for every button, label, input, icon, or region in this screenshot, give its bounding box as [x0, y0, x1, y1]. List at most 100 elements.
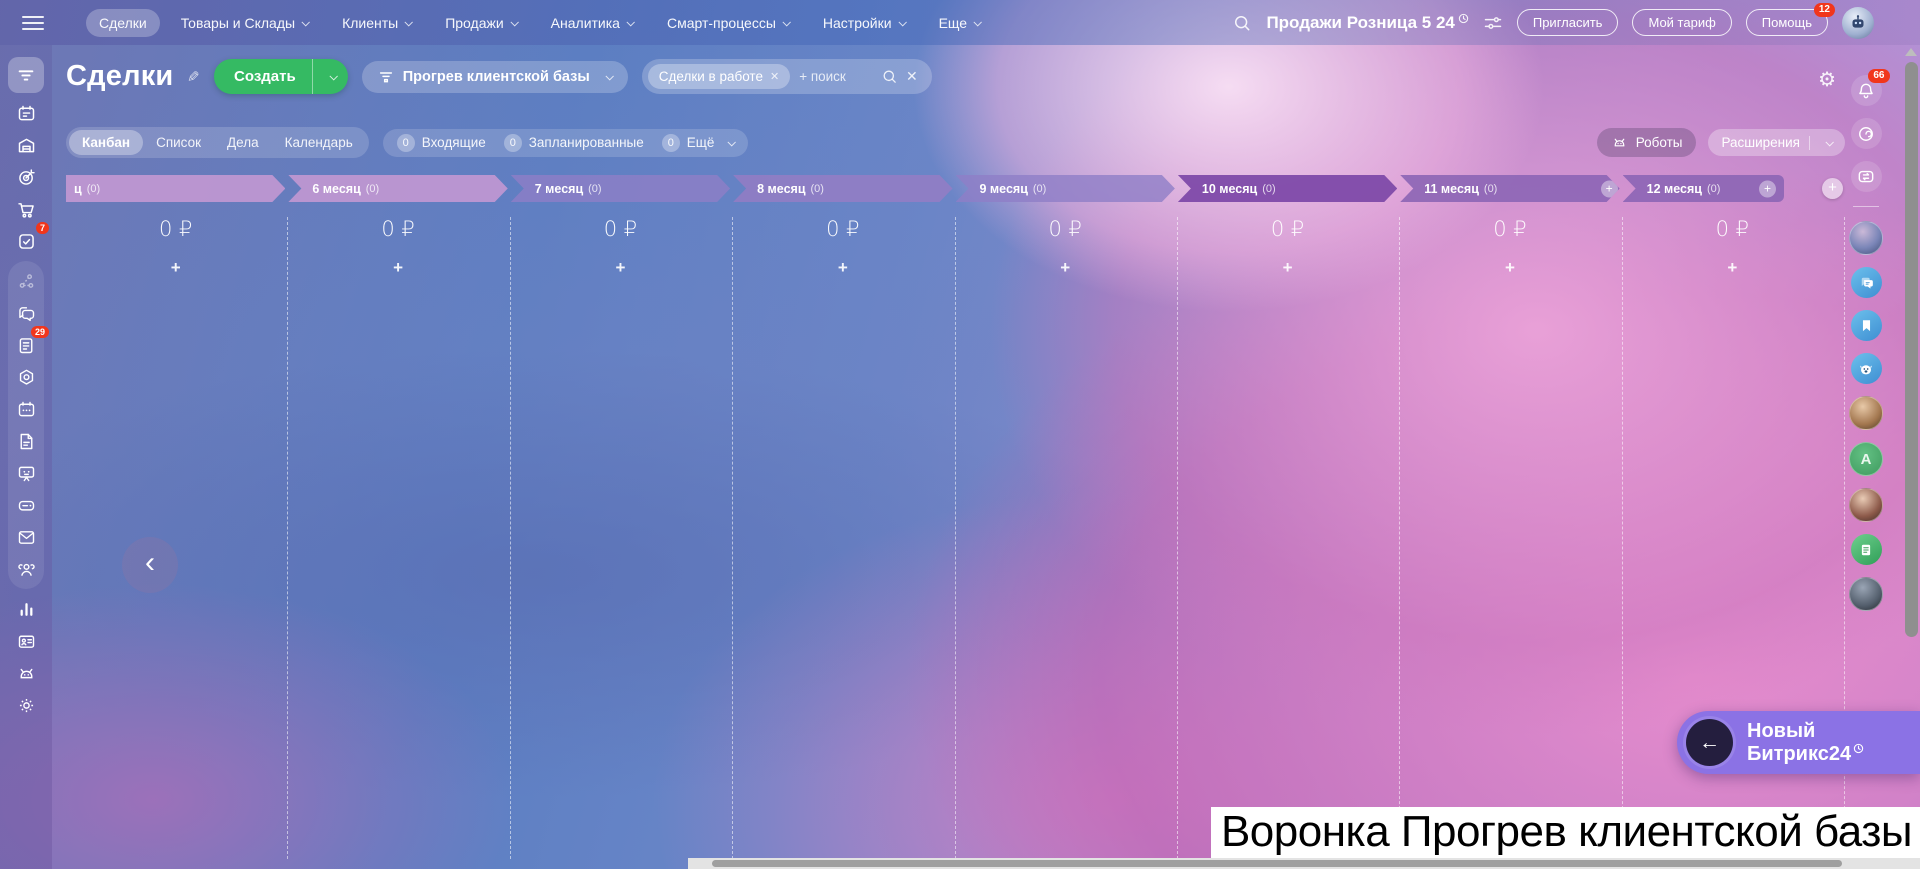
sidebar-item-mail[interactable]	[8, 521, 44, 553]
add-deal-button[interactable]: +	[288, 258, 507, 278]
sidebar-item-planner[interactable]	[8, 97, 44, 129]
counter-more[interactable]: 0 Ещё	[661, 133, 737, 152]
create-button[interactable]: Создать	[214, 59, 348, 94]
notifications-bell[interactable]: 66	[1850, 69, 1890, 106]
extensions-button[interactable]: Расширения	[1708, 129, 1845, 156]
stage-header[interactable]: 8 месяц (0)	[733, 175, 952, 202]
filter-sliders-icon[interactable]	[1483, 13, 1503, 33]
add-deal-button[interactable]: +	[1178, 258, 1397, 278]
sidebar-item-contact-center[interactable]	[8, 625, 44, 657]
chip-close-icon[interactable]: ✕	[770, 70, 779, 83]
help-button[interactable]: Помощь 12	[1745, 3, 1835, 36]
vertical-scroll-thumb[interactable]	[1904, 62, 1918, 637]
stage-header[interactable]: ц (0)	[66, 175, 285, 202]
tab-list[interactable]: Список	[143, 130, 214, 155]
add-deal-button[interactable]: +	[1623, 258, 1842, 278]
chat-avatar[interactable]	[1849, 577, 1883, 611]
counter-incoming[interactable]: 0 Входящие	[396, 133, 486, 152]
invite-button[interactable]: Пригласить	[1516, 9, 1619, 36]
nav-item-clients[interactable]: Клиенты	[329, 9, 424, 37]
stage-header[interactable]: 6 месяц (0)	[288, 175, 507, 202]
create-dropdown[interactable]	[311, 59, 348, 94]
portal-title[interactable]: Продажи Розница 5 24	[1266, 13, 1469, 33]
chat-avatar[interactable]	[1849, 488, 1883, 522]
stage-header[interactable]: 9 месяц (0)	[956, 175, 1175, 202]
chat-avatar[interactable]	[1849, 396, 1883, 430]
add-deal-button[interactable]: +	[1400, 258, 1619, 278]
clear-search-icon[interactable]: ✕	[906, 68, 918, 85]
sidebar-item-drive[interactable]	[8, 489, 44, 521]
nav-item-smart-processes[interactable]: Смарт-процессы	[654, 9, 802, 37]
tab-calendar[interactable]: Календарь	[272, 130, 366, 155]
my-tariff-button[interactable]: Мой тариф	[1632, 9, 1732, 36]
sidebar-item-messenger[interactable]	[8, 297, 44, 329]
notifications-badge: 66	[1868, 69, 1890, 83]
board-settings-gear-icon[interactable]: ⚙	[1818, 67, 1836, 91]
sidebar-item-boards[interactable]	[8, 457, 44, 489]
chat-item-messages[interactable]	[1850, 267, 1882, 298]
stage-header[interactable]: 7 месяц (0)	[511, 175, 730, 202]
new-bitrix24-promo[interactable]: ← Новый Битрикс24	[1677, 711, 1920, 774]
filter-chip[interactable]: Сделки в работе ✕	[647, 64, 791, 89]
right-rail: 66 A	[1848, 69, 1890, 611]
sidebar-item-groups[interactable]	[8, 553, 44, 585]
chat-avatar[interactable]	[1849, 221, 1883, 255]
edit-title-icon[interactable]: ✎	[187, 68, 200, 86]
nav-item-more[interactable]: Еще	[926, 9, 994, 37]
copilot-button[interactable]	[1850, 118, 1882, 149]
nav-item-settings[interactable]: Настройки	[810, 9, 918, 37]
user-avatar[interactable]	[1842, 6, 1874, 39]
sidebar-item-crm[interactable]	[8, 57, 44, 93]
add-deal-button[interactable]: +	[511, 258, 730, 278]
sidebar-item-documents[interactable]	[8, 425, 44, 457]
nav-item-sales[interactable]: Продажи	[432, 9, 529, 37]
news-channel[interactable]	[1850, 534, 1882, 565]
funnel-selector[interactable]: Прогрев клиентской базы	[361, 60, 628, 93]
sidebar-item-bi[interactable]	[8, 593, 44, 625]
robot-icon	[1614, 138, 1625, 147]
sidebar-item-network[interactable]	[8, 265, 44, 297]
stage-header-selected[interactable]: 10 месяц (0)	[1178, 175, 1397, 202]
chevron-down-icon	[301, 17, 311, 27]
horizontal-scroll-thumb[interactable]	[712, 860, 1842, 867]
sidebar-item-tasks[interactable]: 7	[8, 222, 49, 257]
add-deal-button[interactable]: +	[733, 258, 952, 278]
back-arrow-icon[interactable]: ←	[1686, 719, 1733, 766]
tab-kanban[interactable]: Канбан	[69, 130, 144, 155]
scroll-up-arrow[interactable]	[1905, 48, 1917, 56]
sidebar-item-calendar[interactable]	[8, 393, 44, 425]
sidebar-item-robots[interactable]	[8, 657, 44, 689]
search-icon[interactable]	[881, 68, 898, 85]
nav-item-products[interactable]: Товары и Склады	[168, 9, 321, 37]
stage-header[interactable]: 11 месяц (0) +	[1400, 175, 1619, 202]
add-deal-button[interactable]: +	[66, 258, 285, 278]
counter-planned[interactable]: 0 Запланированные	[503, 133, 644, 152]
planner-calendar-icon	[18, 105, 34, 120]
chat-avatar-letter[interactable]: A	[1849, 442, 1883, 476]
robots-button[interactable]: Роботы	[1596, 128, 1697, 157]
nav-item-deals[interactable]: Сделки	[86, 8, 160, 37]
sidebar-item-marketing[interactable]	[8, 161, 44, 193]
sidebar-item-settings[interactable]	[8, 689, 44, 721]
search-filter-bar[interactable]: Сделки в работе ✕ + поиск ✕	[641, 59, 932, 94]
add-deal-button[interactable]: +	[956, 258, 1175, 278]
chat-bot[interactable]	[1850, 353, 1882, 384]
sidebar-item-warehouse[interactable]	[8, 129, 44, 161]
target-icon	[18, 168, 35, 185]
search-icon[interactable]	[1232, 13, 1252, 33]
sidebar-item-shop[interactable]	[8, 193, 44, 225]
chevron-down-icon	[329, 71, 338, 81]
hamburger-menu-icon[interactable]	[22, 15, 44, 30]
nav-item-analytics[interactable]: Аналитика	[538, 9, 646, 37]
chevron-down-icon	[605, 71, 614, 81]
stage-header[interactable]: 12 месяц (0) +	[1622, 175, 1784, 202]
saved-messages[interactable]	[1850, 310, 1882, 341]
scroll-columns-left-button[interactable]: ‹	[122, 537, 178, 593]
sidebar-item-automation[interactable]	[8, 361, 44, 393]
open-lines-button[interactable]	[1850, 161, 1882, 192]
sidebar-item-feed[interactable]: 29	[8, 326, 49, 361]
add-column-button[interactable]: +	[1822, 178, 1843, 199]
add-stage-icon[interactable]: +	[1601, 180, 1618, 197]
add-stage-icon[interactable]: +	[1759, 180, 1776, 197]
tab-activities[interactable]: Дела	[214, 130, 272, 155]
